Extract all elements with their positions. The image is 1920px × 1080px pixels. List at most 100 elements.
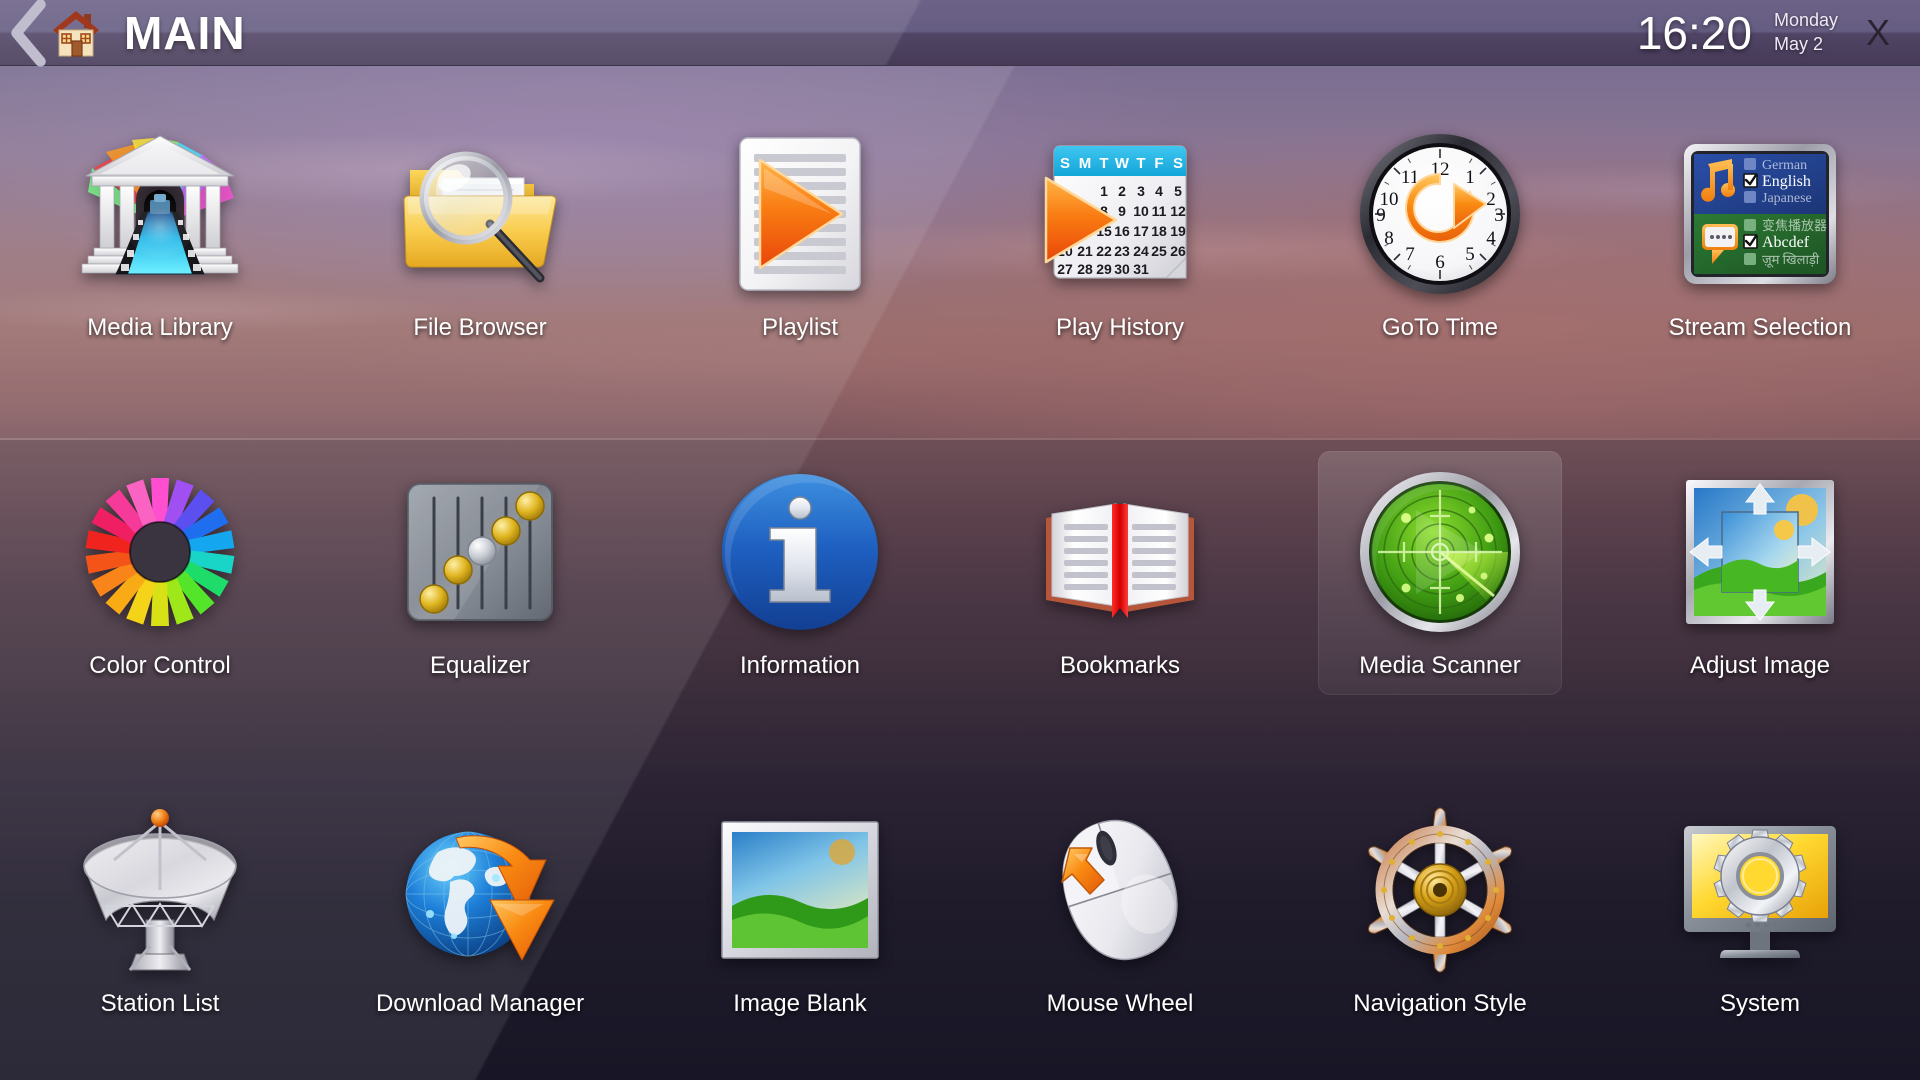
menu-item-label: Media Library	[87, 314, 233, 341]
menu-item-navigation-style[interactable]: Navigation Style	[1280, 742, 1600, 1080]
clock-date: May 2	[1773, 33, 1823, 54]
svg-text:W: W	[1115, 155, 1130, 172]
menu-item-media-library[interactable]: Media Library	[0, 66, 320, 404]
svg-text:9: 9	[1118, 203, 1126, 219]
menu-item-information[interactable]: Information	[640, 404, 960, 742]
menu-item-label: Bookmarks	[1059, 652, 1181, 679]
svg-text:24: 24	[1133, 243, 1149, 259]
menu-item-label: GoTo Time	[1381, 314, 1499, 341]
clock-weekday: Monday	[1773, 10, 1838, 31]
globe-download-icon	[394, 804, 566, 976]
menu-item-download-manager[interactable]: Download Manager	[320, 742, 640, 1080]
info-circle-icon	[714, 466, 886, 638]
svg-text:18: 18	[1151, 223, 1167, 239]
mouse-scroll-icon	[1034, 804, 1206, 976]
menu-item-image-blank[interactable]: Image Blank	[640, 742, 960, 1080]
menu-item-media-scanner[interactable]: Media Scanner	[1280, 404, 1600, 742]
stream-list-icon: German English Japanese 变焦播放器 Abcdef ज़ू…	[1674, 128, 1846, 300]
home-button[interactable]	[50, 8, 102, 58]
svg-text:4: 4	[1486, 228, 1496, 249]
menu-item-label: Adjust Image	[1689, 652, 1831, 679]
svg-text:German: German	[1762, 158, 1807, 173]
menu-item-goto-time[interactable]: 12 1 2 345 678 9 10 11 GoTo Time	[1280, 66, 1600, 404]
svg-text:T: T	[1099, 155, 1108, 172]
menu-item-play-history[interactable]: SMT WTFS 12345 6789101112 13141516171819…	[960, 66, 1280, 404]
menu-item-label: File Browser	[413, 314, 547, 341]
svg-text:变焦播放器: 变焦播放器	[1762, 218, 1827, 233]
color-wheel-icon	[74, 466, 246, 638]
svg-text:29: 29	[1096, 261, 1112, 277]
svg-text:10: 10	[1380, 189, 1399, 210]
title-bar-gloss	[0, 0, 1920, 65]
menu-item-station-list[interactable]: Station List	[0, 742, 320, 1080]
svg-text:S: S	[1060, 155, 1070, 172]
svg-text:F: F	[1154, 155, 1163, 172]
image-resize-arrows-icon	[1674, 466, 1846, 638]
back-button[interactable]	[0, 0, 54, 67]
satellite-dish-icon	[74, 804, 246, 976]
menu-item-adjust-image[interactable]: Adjust Image	[1600, 404, 1920, 742]
header-right-group: 16:20 Monday May 2 X	[1637, 0, 1920, 66]
ship-wheel-icon	[1354, 804, 1526, 976]
menu-item-label: Color Control	[89, 652, 231, 679]
svg-text:M: M	[1079, 155, 1092, 172]
svg-text:2: 2	[1118, 183, 1126, 199]
svg-text:6: 6	[1435, 252, 1445, 273]
svg-text:28: 28	[1077, 261, 1093, 277]
menu-item-file-browser[interactable]: File Browser	[320, 66, 640, 404]
date-block: Monday May 2	[1774, 9, 1838, 55]
house-icon	[53, 10, 99, 57]
clock-time: 16:20	[1636, 6, 1752, 59]
menu-item-label: Media Scanner	[1359, 652, 1521, 679]
svg-text:1: 1	[1465, 167, 1475, 188]
menu-item-equalizer[interactable]: Equalizer	[320, 404, 640, 742]
menu-item-label: Play History	[1055, 314, 1185, 341]
svg-text:16: 16	[1114, 223, 1130, 239]
menu-item-label: Stream Selection	[1668, 314, 1852, 341]
menu-item-label: Playlist	[761, 314, 839, 341]
svg-text:23: 23	[1114, 243, 1130, 259]
menu-item-label: Station List	[100, 990, 220, 1017]
menu-item-label: System	[1719, 990, 1800, 1017]
svg-text:T: T	[1136, 155, 1145, 172]
menu-item-system[interactable]: System	[1600, 742, 1920, 1080]
svg-text:3: 3	[1494, 205, 1504, 226]
menu-item-bookmarks[interactable]: Bookmarks	[960, 404, 1280, 742]
open-book-icon	[1034, 466, 1206, 638]
svg-text:Abcdef: Abcdef	[1762, 234, 1810, 251]
radar-icon	[1354, 466, 1526, 638]
svg-text:5: 5	[1465, 244, 1475, 265]
menu-item-stream-selection[interactable]: German English Japanese 变焦播放器 Abcdef ज़ू…	[1600, 66, 1920, 404]
menu-item-color-control[interactable]: Color Control	[0, 404, 320, 742]
clock-reload-icon: 12 1 2 345 678 9 10 11	[1354, 128, 1526, 300]
svg-text:3: 3	[1137, 183, 1145, 199]
svg-text:4: 4	[1155, 183, 1163, 199]
menu-item-playlist[interactable]: Playlist	[640, 66, 960, 404]
svg-text:19: 19	[1170, 223, 1186, 239]
svg-text:Japanese: Japanese	[1762, 191, 1812, 206]
page-title: MAIN	[124, 6, 246, 59]
svg-text:22: 22	[1096, 243, 1112, 259]
svg-text:ज़ूम खिलाड़ी: ज़ूम खिलाड़ी	[1762, 252, 1820, 268]
menu-item-label: Information	[739, 652, 861, 679]
svg-text:21: 21	[1077, 243, 1093, 259]
chevron-left-icon	[11, 0, 46, 67]
museum-filmstrip-icon	[74, 128, 246, 300]
svg-text:1: 1	[1100, 183, 1108, 199]
slider-panel-icon	[394, 466, 566, 638]
folder-magnifier-icon	[394, 128, 566, 300]
svg-text:26: 26	[1170, 243, 1186, 259]
photo-frame-icon	[714, 804, 886, 976]
menu-item-mouse-wheel[interactable]: Mouse Wheel	[960, 742, 1280, 1080]
svg-text:10: 10	[1133, 203, 1149, 219]
menu-item-label: Mouse Wheel	[1046, 990, 1194, 1017]
main-menu-grid: Media Library File Browser Playlist S M …	[0, 66, 1920, 1080]
svg-text:17: 17	[1133, 223, 1149, 239]
title-bar: MAIN 16:20 Monday May 2 X	[0, 0, 1920, 67]
close-button[interactable]: X	[1848, 0, 1908, 66]
menu-item-label: Download Manager	[375, 990, 585, 1017]
svg-text:5: 5	[1174, 183, 1182, 199]
menu-item-label: Navigation Style	[1353, 990, 1527, 1017]
svg-text:30: 30	[1114, 261, 1130, 277]
svg-text:11: 11	[1152, 203, 1167, 219]
